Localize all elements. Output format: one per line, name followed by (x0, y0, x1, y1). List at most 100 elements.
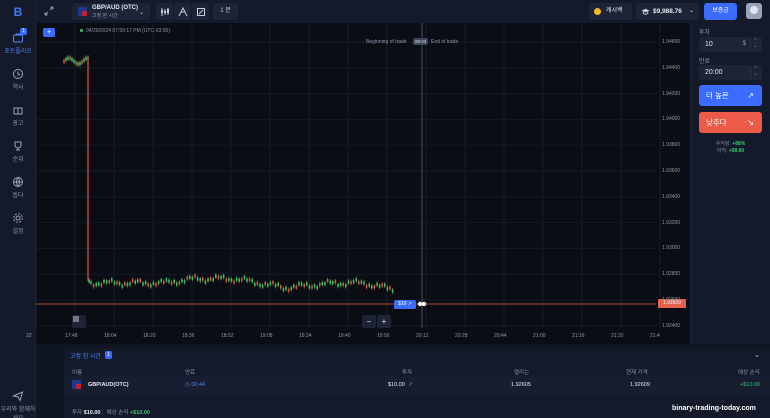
zoom-in-button[interactable]: + (377, 315, 391, 328)
x-tick-label: 18:20 (143, 333, 156, 339)
x-tick-label: 21:16 (572, 333, 585, 339)
candle-body (222, 274, 225, 278)
candle-body (165, 278, 168, 282)
candle-body (230, 278, 233, 282)
sidebar-item-support[interactable]: 우리와 함께하세요 (0, 390, 36, 418)
price-chart[interactable]: + 04/20/2024 07:59:17 PM (UTC-03:00) Beg… (26, 23, 690, 344)
table-row[interactable] (64, 376, 770, 394)
candle-body (235, 277, 238, 281)
candle-body (233, 280, 235, 284)
candle-body (339, 282, 342, 286)
lower-button[interactable]: 낮추다 ↘ (699, 112, 762, 133)
y-tick-label: 1.92400 (662, 322, 681, 329)
deposit-button[interactable]: 보증금 (704, 3, 737, 20)
y-tick-label: 1.94000 (662, 116, 681, 123)
candle-body (131, 279, 134, 283)
chart-settings-button[interactable] (72, 315, 86, 328)
sidebar-item-label: 포트폴리오 (4, 49, 32, 55)
sidebar-item-ranking[interactable]: 순위 (0, 140, 36, 163)
sidebar-item-portfolio[interactable]: 1 포트폴리오 (0, 28, 36, 55)
investment-stepper[interactable]: ⌃ ⌄ (750, 39, 760, 50)
left-sidebar: B 1 포트폴리오 역사 광고 순위 돕다 설정 우리와 함께하세요 (0, 0, 36, 418)
candle-body (85, 57, 87, 61)
trade-name: GBP/AUD(OTC) (88, 382, 129, 388)
indicator-icon (178, 6, 187, 16)
sidebar-item-promo[interactable]: 광고 (0, 104, 36, 127)
indicators-button[interactable] (174, 3, 191, 20)
chart-datetime: 04/20/2024 07:59:17 PM (UTC-03:00) (80, 28, 170, 34)
zoom-out-button[interactable]: − (362, 315, 376, 328)
asset-name: GBP/AUD (OTC) (92, 5, 138, 11)
candle-body (246, 278, 248, 282)
trade-expiry-value: 00:44 (191, 382, 206, 388)
candle-body (386, 287, 389, 291)
candle-body (183, 280, 186, 284)
globe-icon (13, 177, 23, 187)
candle-body (160, 278, 162, 282)
candle-body (144, 281, 147, 285)
candle-body (313, 284, 316, 288)
candle-body (248, 278, 251, 282)
candle-body (75, 61, 77, 65)
expiry-input[interactable]: 20:00 ⌃ ⌄ (699, 65, 762, 80)
expiry-label: 만료 (699, 59, 711, 65)
expand-icon[interactable] (44, 6, 54, 16)
y-tick-label: 1.93400 (662, 193, 681, 200)
candle-body (118, 282, 121, 286)
cashback-button[interactable]: 캐시백 (589, 3, 632, 20)
account-balance-selector[interactable]: $9,988.76 ⌄ (636, 3, 699, 20)
open-trade-marker[interactable]: $10 ↗ (394, 300, 416, 309)
x-tick-label: 21:4 (650, 333, 660, 339)
candle-body (163, 280, 165, 284)
x-tick-label: 20:44 (494, 333, 507, 339)
x-tick-label: 21:00 (533, 333, 546, 339)
sidebar-item-settings[interactable]: 설정 (0, 212, 36, 235)
candle-body (324, 282, 326, 286)
candle-body (157, 281, 160, 285)
live-dot-icon (80, 29, 83, 33)
brand-logo[interactable]: B (11, 5, 25, 19)
gbp-aud-flag-icon (78, 7, 87, 16)
candle-body (173, 279, 175, 283)
trades-totals: 투자 $10.00 예상 손익 +$10.00 (72, 408, 150, 416)
x-tick-label: 18:04 (104, 333, 117, 339)
asset-selector[interactable]: GBP/AUD (OTC) 고정 된 시간 ⌄ (72, 3, 150, 20)
candle-body (155, 283, 157, 287)
currency-symbol: $ (742, 41, 746, 47)
candle-body (355, 278, 357, 282)
chevron-down-icon[interactable]: ⌄ (754, 351, 760, 359)
candle-body (92, 284, 95, 288)
candle-body (295, 285, 298, 289)
y-tick-label: 1.94600 (662, 39, 681, 45)
total-pnl-label: 예상 손익 (106, 410, 129, 416)
profit-info: 이익: +$8.80 (699, 147, 762, 154)
total-invest-value: $10.00 (83, 410, 101, 416)
candle-body (332, 281, 334, 285)
candle-body (391, 289, 394, 293)
trades-panel: 고정 된 시간 1 ⌄ 이름 만료 투자 열리는 현재 가격 예상 손익 GBP… (64, 348, 770, 418)
candle-body (308, 285, 311, 289)
chart-type-button[interactable] (156, 3, 173, 20)
arrow-up-right-icon: ↗ (407, 301, 412, 307)
sidebar-item-help[interactable]: 돕다 (0, 176, 36, 199)
timeframe-selector[interactable]: 1 분 (213, 3, 238, 20)
column-header-investment: 투자 (402, 370, 413, 376)
sidebar-item-history[interactable]: 역사 (0, 68, 36, 91)
investment-input[interactable]: 10 $ ⌃ ⌄ (699, 37, 762, 52)
add-chart-button[interactable]: + (43, 28, 55, 37)
column-header-expiry: 만료 (185, 370, 196, 376)
higher-button[interactable]: 더 높은 ↗ (699, 85, 762, 106)
x-tick-label: 18:52 (221, 333, 234, 339)
expiry-stepper[interactable]: ⌃ ⌄ (750, 67, 760, 78)
candle-body (191, 276, 194, 280)
open-trades-count: 1 (105, 351, 112, 359)
column-header-name: 이름 (72, 370, 83, 376)
candle-body (79, 62, 81, 66)
candle-body (204, 280, 207, 284)
tab-fixed-time[interactable]: 고정 된 시간 (70, 351, 101, 360)
candle-body (225, 278, 227, 282)
y-tick-label: 1.92800 (662, 271, 681, 278)
avatar[interactable] (746, 3, 762, 19)
candle-body (98, 282, 100, 286)
drawing-tools-button[interactable] (192, 3, 209, 20)
